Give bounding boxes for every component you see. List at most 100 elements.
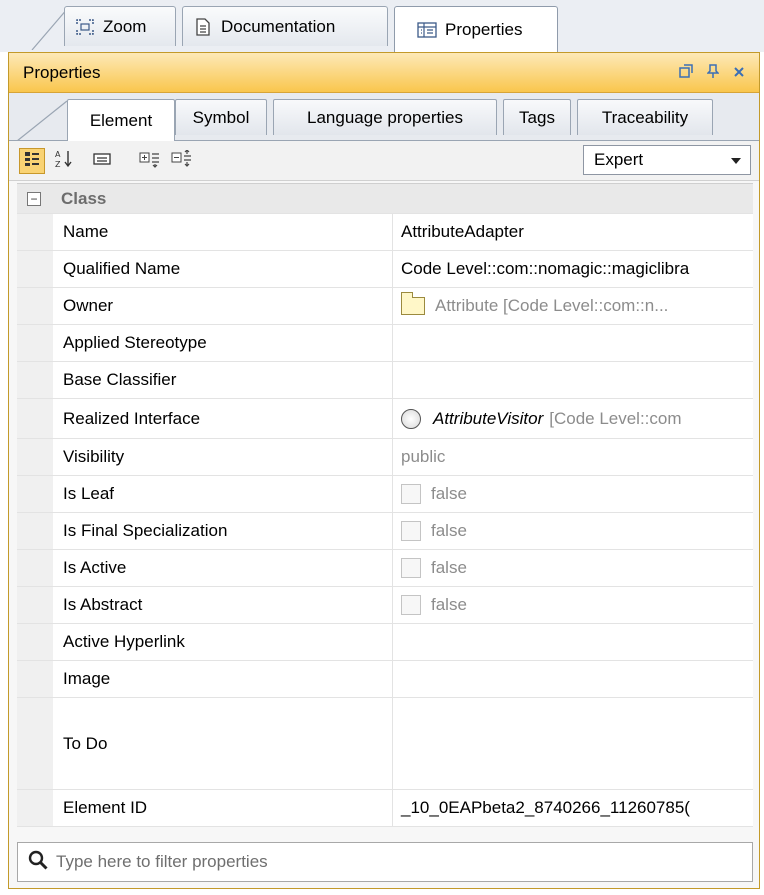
search-icon	[28, 850, 48, 875]
tab-documentation[interactable]: Documentation	[182, 6, 388, 46]
tab-properties-label: Properties	[445, 19, 523, 39]
document-icon	[193, 17, 213, 36]
property-value[interactable]	[393, 624, 753, 660]
close-icon[interactable]	[733, 65, 745, 81]
tab-tags[interactable]: Tags	[503, 99, 571, 135]
property-value[interactable]: AttributeVisitor [Code Level::com	[393, 399, 753, 438]
properties-icon	[417, 21, 437, 39]
property-key: Applied Stereotype	[53, 325, 393, 361]
property-row-visibility[interactable]: Visibility public	[17, 439, 753, 476]
owner-value: Attribute [Code Level::com::n...	[435, 296, 669, 315]
mode-select-value: Expert	[594, 150, 644, 169]
categorized-view-button[interactable]	[19, 148, 45, 174]
property-value[interactable]: Code Level::com::nomagic::magiclibra	[393, 251, 753, 287]
collapse-all-button[interactable]	[169, 148, 195, 174]
pin-icon[interactable]	[706, 64, 720, 81]
interface-path: [Code Level::com	[549, 408, 682, 428]
checkbox-label: false	[431, 595, 467, 614]
property-value: false	[393, 513, 753, 549]
checkbox-label: false	[431, 558, 467, 577]
property-value[interactable]	[393, 325, 753, 361]
property-row-to-do[interactable]: To Do	[17, 698, 753, 790]
property-row-element-id[interactable]: Element ID _10_0EAPbeta2_8740266_1126078…	[17, 790, 753, 827]
property-value: false	[393, 476, 753, 512]
sub-tab-strip: Element Symbol Language properties Tags …	[9, 93, 759, 141]
property-value[interactable]: _10_0EAPbeta2_8740266_11260785(	[393, 790, 753, 826]
categorized-icon	[23, 150, 41, 173]
property-key: Is Final Specialization	[53, 513, 393, 549]
property-row-is-abstract[interactable]: Is Abstract false	[17, 587, 753, 624]
tab-symbol[interactable]: Symbol	[175, 99, 267, 135]
property-row-name[interactable]: Name AttributeAdapter	[17, 214, 753, 251]
tab-zoom[interactable]: Zoom	[64, 6, 176, 46]
restore-icon[interactable]	[679, 64, 693, 81]
property-value[interactable]	[393, 362, 753, 398]
property-key: Is Leaf	[53, 476, 393, 512]
sort-alphabetical-button[interactable]: AZ	[51, 148, 77, 174]
property-key: Active Hyperlink	[53, 624, 393, 660]
tab-language-properties-label: Language properties	[307, 107, 463, 127]
mode-select[interactable]: Expert	[583, 145, 751, 175]
property-row-is-final-specialization[interactable]: Is Final Specialization false	[17, 513, 753, 550]
is-final-specialization-checkbox[interactable]	[401, 521, 421, 541]
tab-tags-label: Tags	[519, 107, 555, 127]
tab-traceability[interactable]: Traceability	[577, 99, 713, 135]
property-key: To Do	[53, 698, 393, 789]
tab-traceability-label: Traceability	[601, 107, 689, 127]
property-value[interactable]	[393, 698, 753, 789]
panel-title-bar: Properties	[9, 53, 759, 93]
property-row-is-active[interactable]: Is Active false	[17, 550, 753, 587]
property-key: Owner	[53, 288, 393, 324]
chevron-down-icon	[730, 150, 742, 170]
property-row-active-hyperlink[interactable]: Active Hyperlink	[17, 624, 753, 661]
property-value: false	[393, 587, 753, 623]
properties-toolbar: AZ Expert	[9, 141, 759, 181]
category-row-class[interactable]: − Class	[17, 184, 753, 214]
folder-icon	[400, 292, 425, 315]
property-key: Element ID	[53, 790, 393, 826]
collapse-toggle-icon[interactable]: −	[27, 191, 41, 206]
property-key: Image	[53, 661, 393, 697]
property-value[interactable]: public	[393, 439, 753, 475]
tab-symbol-label: Symbol	[192, 107, 250, 127]
property-value[interactable]: AttributeAdapter	[393, 214, 753, 250]
expand-all-button[interactable]	[137, 148, 163, 174]
is-active-checkbox[interactable]	[401, 558, 421, 578]
property-row-owner[interactable]: Owner Attribute [Code Level::com::n...	[17, 288, 753, 325]
property-value[interactable]: Attribute [Code Level::com::n...	[393, 288, 753, 324]
property-key: Realized Interface	[53, 399, 393, 438]
property-value: false	[393, 550, 753, 586]
property-row-is-leaf[interactable]: Is Leaf false	[17, 476, 753, 513]
description-icon	[93, 152, 111, 171]
property-row-qualified-name[interactable]: Qualified Name Code Level::com::nomagic:…	[17, 251, 753, 288]
is-leaf-checkbox[interactable]	[401, 484, 421, 504]
tab-language-properties[interactable]: Language properties	[273, 99, 497, 135]
checkbox-label: false	[431, 521, 467, 540]
tab-element[interactable]: Element	[67, 99, 175, 141]
property-value[interactable]	[393, 661, 753, 697]
is-abstract-checkbox[interactable]	[401, 595, 421, 615]
filter-input-placeholder[interactable]: Type here to filter properties	[56, 852, 268, 872]
description-toggle-button[interactable]	[89, 148, 115, 174]
interface-name: AttributeVisitor	[433, 408, 544, 428]
panel-title: Properties	[23, 62, 101, 82]
tab-documentation-label: Documentation	[221, 16, 336, 36]
property-row-base-classifier[interactable]: Base Classifier	[17, 362, 753, 399]
property-row-image[interactable]: Image	[17, 661, 753, 698]
sort-az-icon: AZ	[55, 149, 73, 174]
property-key: Is Active	[53, 550, 393, 586]
property-row-applied-stereotype[interactable]: Applied Stereotype	[17, 325, 753, 362]
property-key: Qualified Name	[53, 251, 393, 287]
category-label: Class	[61, 188, 107, 208]
sub-tab-decoration	[16, 100, 68, 141]
property-key: Name	[53, 214, 393, 250]
expand-all-icon	[139, 150, 161, 173]
tab-properties[interactable]: Properties	[394, 6, 558, 52]
top-tab-strip: Zoom Documentation Properties	[0, 0, 764, 52]
property-row-realized-interface[interactable]: Realized Interface AttributeVisitor [Cod…	[17, 399, 753, 439]
interface-icon	[401, 408, 421, 429]
property-key: Base Classifier	[53, 362, 393, 398]
filter-box[interactable]: Type here to filter properties	[17, 842, 753, 882]
property-grid: − Class Name AttributeAdapter Qualified …	[17, 183, 753, 827]
checkbox-label: false	[431, 484, 467, 503]
